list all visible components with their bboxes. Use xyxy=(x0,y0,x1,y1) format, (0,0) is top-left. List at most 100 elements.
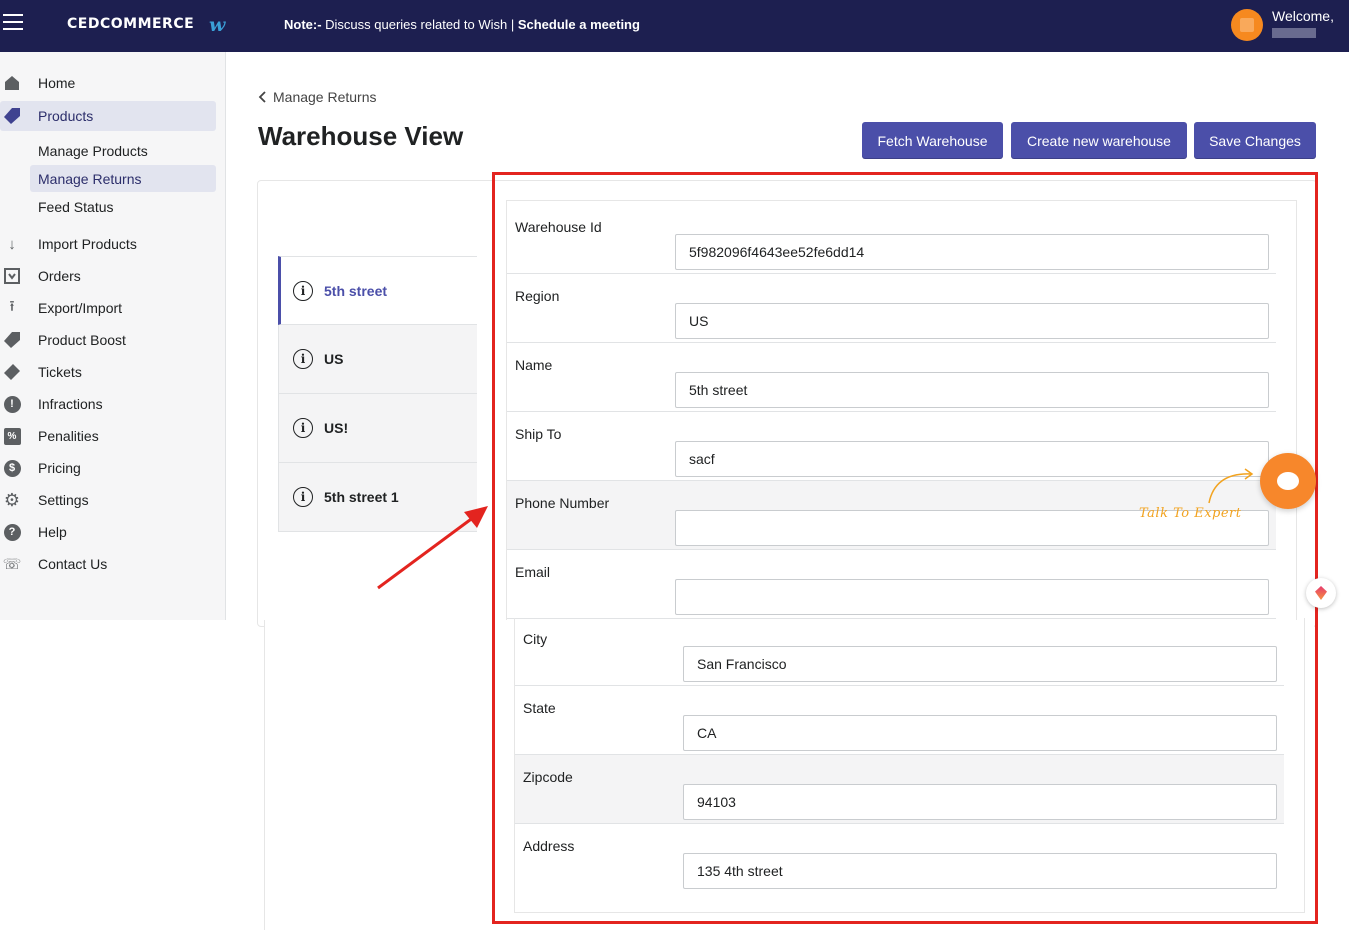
sidebar-item-import-products[interactable]: ↓ Import Products xyxy=(0,229,218,259)
field-row-city: City San Francisco xyxy=(515,617,1284,686)
sidebar-item-infractions[interactable]: ! Infractions xyxy=(0,389,218,419)
sidebar-item-pricing[interactable]: $ Pricing xyxy=(0,453,218,483)
sidebar-subitem-label: Manage Returns xyxy=(38,170,142,187)
sidebar-item-label: Home xyxy=(38,75,76,91)
avatar[interactable] xyxy=(1231,9,1263,41)
email-input[interactable] xyxy=(675,579,1269,615)
sidebar-item-manage-returns[interactable]: Manage Returns xyxy=(30,165,216,192)
warehouse-id-input[interactable]: 5f982096f4643ee52fe6dd14 xyxy=(675,234,1269,270)
warehouse-form-upper: Warehouse Id 5f982096f4643ee52fe6dd14 Re… xyxy=(506,200,1297,620)
sidebar-item-label: Import Products xyxy=(38,236,137,252)
field-row-state: State CA xyxy=(515,686,1284,755)
gear-icon: ⚙ xyxy=(3,489,21,510)
wish-logo-icon: w xyxy=(209,14,226,36)
assistant-widget-icon[interactable] xyxy=(1306,578,1336,608)
sidebar-item-label: Infractions xyxy=(38,396,103,412)
tab-us-exclaim[interactable]: i US! xyxy=(278,394,477,463)
curved-arrow-icon xyxy=(1208,468,1254,504)
menu-icon[interactable] xyxy=(3,14,23,32)
field-label: Phone Number xyxy=(515,495,610,511)
chevron-left-icon xyxy=(258,91,266,103)
sidebar-item-label: Tickets xyxy=(38,364,82,380)
user-name-redacted xyxy=(1272,28,1316,38)
percent-icon: % xyxy=(2,426,22,446)
state-input[interactable]: CA xyxy=(683,715,1277,751)
note-label: Note:- xyxy=(284,17,322,32)
brand-logo[interactable]: CEDCOMMERCE xyxy=(67,16,194,32)
field-label: Address xyxy=(523,838,575,854)
breadcrumb-label: Manage Returns xyxy=(273,89,377,105)
top-bar: CEDCOMMERCE w Note:- Discuss queries rel… xyxy=(0,0,1349,52)
field-label: Zipcode xyxy=(523,769,573,785)
note-banner: Note:- Discuss queries related to Wish |… xyxy=(284,17,640,32)
zipcode-input[interactable]: 94103 xyxy=(683,784,1277,820)
sidebar-subitem-label: Feed Status xyxy=(38,198,114,215)
tab-us[interactable]: i US xyxy=(278,325,477,394)
field-row-ship-to: Ship To sacf xyxy=(507,412,1276,481)
region-input[interactable]: US xyxy=(675,303,1269,339)
chat-icon[interactable] xyxy=(1260,453,1316,509)
sidebar-item-label: Help xyxy=(38,524,67,540)
sidebar-item-product-boost[interactable]: Product Boost xyxy=(0,325,218,355)
city-input[interactable]: San Francisco xyxy=(683,646,1277,682)
talk-to-expert-label[interactable]: Talk To Expert xyxy=(1139,506,1241,521)
field-row-name: Name 5th street xyxy=(507,343,1276,412)
note-text: Discuss queries related to Wish | xyxy=(321,17,518,32)
sidebar-subitem-label: Manage Products xyxy=(38,142,148,159)
info-icon: i xyxy=(293,280,313,301)
tag-icon xyxy=(2,106,22,126)
orders-icon xyxy=(2,266,22,286)
field-row-zipcode: Zipcode 94103 xyxy=(515,755,1284,824)
ship-to-input[interactable]: sacf xyxy=(675,441,1269,477)
warehouse-tabs: i 5th street i US i US! i 5th street 1 xyxy=(278,256,477,532)
sidebar-item-label: Product Boost xyxy=(38,332,126,348)
field-row-warehouse-id: Warehouse Id 5f982096f4643ee52fe6dd14 xyxy=(507,205,1276,274)
arrow-down-icon: ↓ xyxy=(8,235,16,253)
upload-icon: ⭱ xyxy=(9,297,15,315)
field-label: Warehouse Id xyxy=(515,219,602,235)
sidebar-item-products[interactable]: Products xyxy=(0,101,216,131)
field-row-email: Email xyxy=(507,550,1276,619)
field-label: Region xyxy=(515,288,560,304)
welcome-text[interactable]: Welcome, xyxy=(1272,8,1334,24)
annotation-arrow-icon xyxy=(377,506,488,590)
sidebar-item-label: Export/Import xyxy=(38,300,123,316)
info-icon: i xyxy=(293,349,313,369)
tab-label: US xyxy=(324,351,344,367)
sidebar-item-penalities[interactable]: % Penalities xyxy=(0,421,218,451)
fetch-warehouse-button[interactable]: Fetch Warehouse xyxy=(862,122,1003,159)
sidebar-item-manage-products[interactable]: Manage Products xyxy=(30,137,216,164)
field-label: City xyxy=(523,631,548,647)
alert-icon: ! xyxy=(2,394,22,414)
tag-icon xyxy=(2,330,22,350)
sidebar-item-label: Penalities xyxy=(38,428,99,444)
address-input[interactable]: 135 4th street xyxy=(683,853,1277,889)
sidebar-item-orders[interactable]: Orders xyxy=(0,261,218,291)
tab-label: 5th street xyxy=(324,282,388,299)
field-label: State xyxy=(523,700,556,716)
breadcrumb[interactable]: Manage Returns xyxy=(258,89,377,105)
sidebar-item-export-import[interactable]: ⭱ Export/Import xyxy=(0,293,218,323)
name-input[interactable]: 5th street xyxy=(675,372,1269,408)
field-label: Ship To xyxy=(515,426,562,442)
schedule-meeting-link[interactable]: Schedule a meeting xyxy=(518,17,640,32)
info-icon: i xyxy=(293,418,313,438)
page-title: Warehouse View xyxy=(258,121,464,151)
sidebar-item-settings[interactable]: ⚙ Settings xyxy=(0,485,218,515)
sidebar-item-contact-us[interactable]: ☏ Contact Us xyxy=(0,549,218,579)
save-changes-button[interactable]: Save Changes xyxy=(1194,122,1316,159)
field-row-address: Address 135 4th street xyxy=(515,824,1284,893)
home-icon xyxy=(2,73,22,93)
sidebar-item-label: Settings xyxy=(38,492,89,508)
field-row-region: Region US xyxy=(507,274,1276,343)
field-label: Email xyxy=(515,564,551,580)
tab-5th-street[interactable]: i 5th street xyxy=(278,256,477,325)
help-icon: ? xyxy=(2,522,22,542)
sidebar-item-tickets[interactable]: Tickets xyxy=(0,357,218,387)
info-icon: i xyxy=(293,487,313,507)
sidebar-item-feed-status[interactable]: Feed Status xyxy=(30,193,216,220)
sidebar-item-label: Products xyxy=(38,108,94,124)
create-warehouse-button[interactable]: Create new warehouse xyxy=(1011,122,1187,159)
sidebar-item-help[interactable]: ? Help xyxy=(0,517,218,547)
sidebar-item-home[interactable]: Home xyxy=(0,68,218,98)
